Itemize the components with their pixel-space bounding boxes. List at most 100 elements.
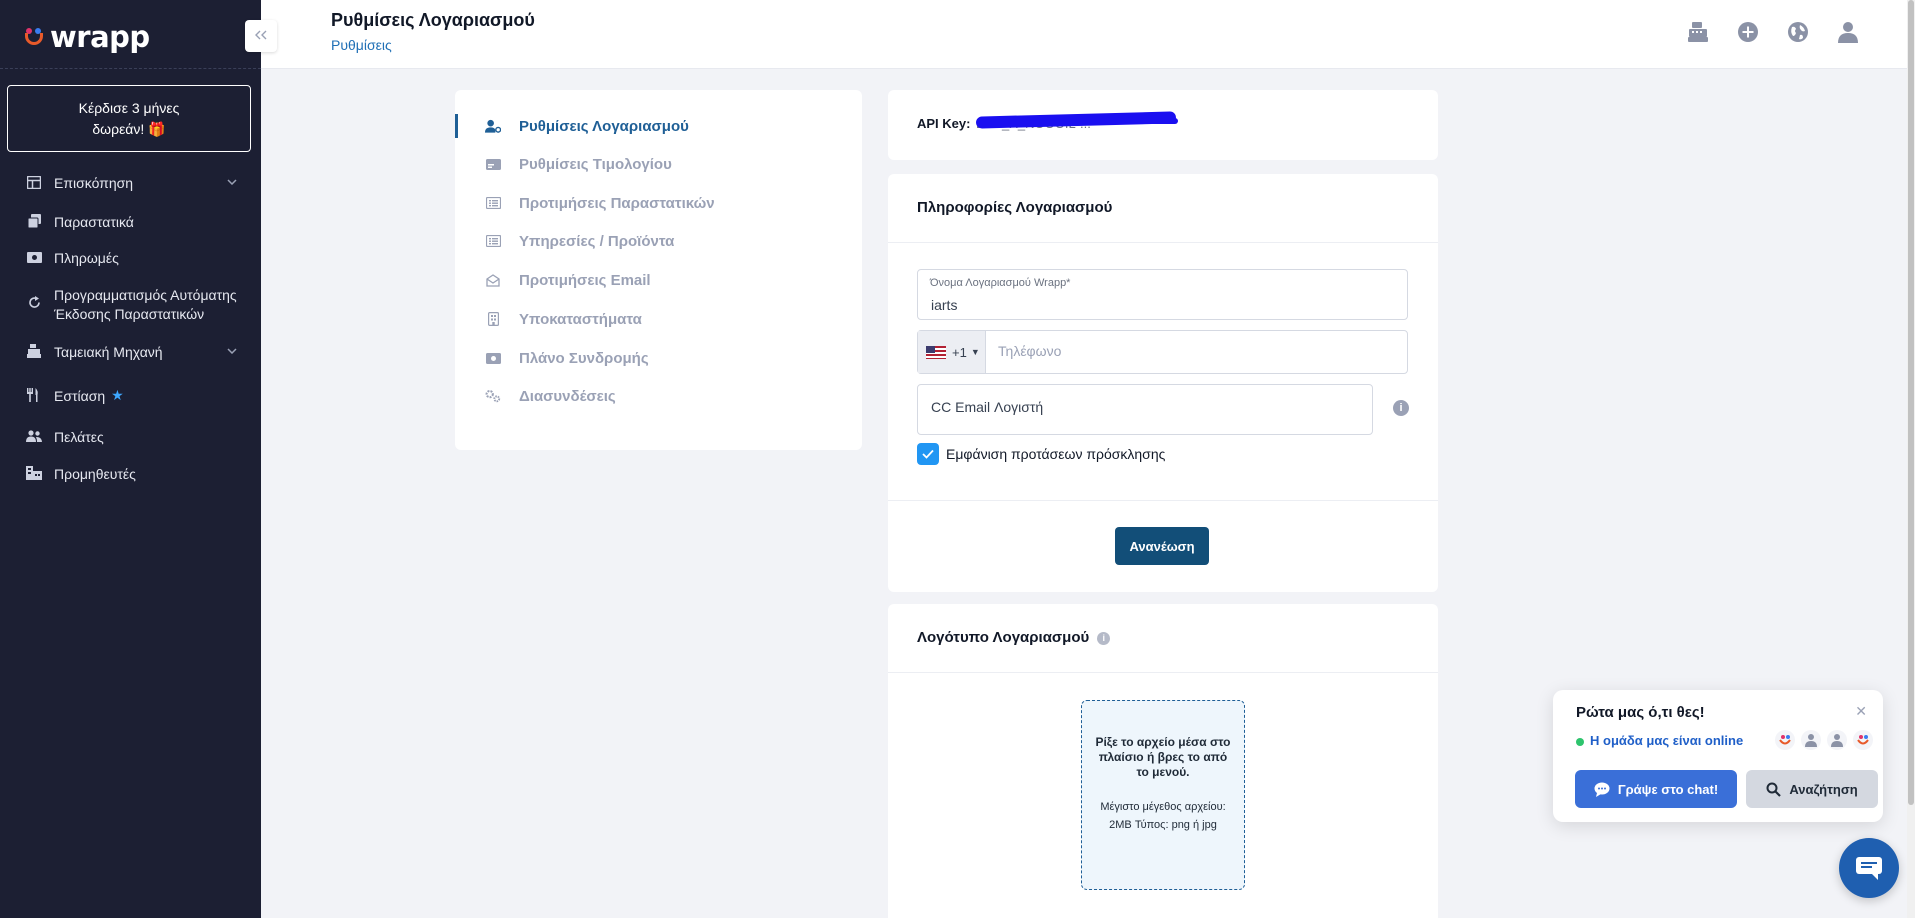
list-icon (485, 197, 501, 209)
cash-icon (26, 249, 42, 265)
building-icon (485, 312, 501, 326)
search-help-button[interactable]: Αναζήτηση (1746, 770, 1878, 808)
account-logo-heading: Λογότυπο Λογαριασμού i (917, 629, 1111, 646)
country-code-select[interactable]: +1 ▼ (918, 331, 986, 373)
wrapp-logo[interactable]: wrapp (24, 20, 150, 54)
scrollbar-thumb[interactable] (1908, 0, 1914, 805)
gift-icon: 🎁 (148, 120, 166, 137)
double-chevron-left-icon (255, 27, 267, 45)
collapse-sidebar-button[interactable] (245, 20, 277, 52)
sidebar-item-documents[interactable]: Παραστατικά (0, 213, 261, 232)
sidebar-item-label: Πληρωμές (54, 250, 119, 266)
settings-item-invoice[interactable]: Ρυθμίσεις Τιμολογίου (455, 153, 862, 175)
sidebar-item-overview[interactable]: Επισκόπηση (0, 174, 261, 193)
settings-item-label: Υποκαταστήματα (519, 310, 642, 328)
avatar (1801, 730, 1821, 750)
settings-item-document-preferences[interactable]: Προτιμήσεις Παραστατικών (455, 192, 862, 214)
sidebar-item-payments[interactable]: Πληρωμές (0, 249, 261, 268)
money-icon (485, 352, 501, 364)
settings-item-subscription[interactable]: Πλάνο Συνδρομής (455, 347, 862, 369)
write-chat-button[interactable]: Γράψε στο chat! (1575, 770, 1737, 808)
avatar (1827, 730, 1847, 750)
chevron-down-icon (227, 345, 237, 357)
avatar (1775, 730, 1795, 750)
layout-icon (26, 174, 42, 190)
cogs-icon (485, 389, 501, 403)
update-button[interactable]: Ανανέωση (1115, 527, 1209, 565)
users-icon (26, 428, 42, 444)
write-chat-label: Γράψε στο chat! (1617, 781, 1719, 797)
chat-launcher-button[interactable] (1839, 838, 1899, 898)
settings-item-email-preferences[interactable]: Προτιμήσεις Email (455, 269, 862, 291)
top-icons (1686, 20, 1860, 44)
divider (888, 500, 1438, 501)
redaction-mark (1008, 118, 1178, 124)
star-icon: ★ (111, 387, 124, 403)
plus-circle-icon[interactable] (1736, 20, 1760, 44)
account-name-field[interactable]: Όνομα Λογαριασμού Wrapp* iarts (917, 269, 1408, 320)
sidebar-item-label: Προγραμματισμός Αυτόματης Έκδοσης Παραστ… (54, 287, 237, 322)
sidebar-divider (0, 68, 261, 69)
sidebar-item-customers[interactable]: Πελάτες (0, 428, 261, 447)
sidebar: wrapp Κέρδισε 3 μήνες δωρεάν! 🎁 Επισκόπη… (0, 0, 261, 918)
check-icon (922, 449, 934, 459)
sidebar-item-label: Εστίαση (54, 388, 106, 404)
invite-suggestions-checkbox[interactable] (917, 443, 939, 465)
documents-icon (26, 213, 42, 229)
invite-suggestions-label: Εμφάνιση προτάσεων πρόσκλησης (946, 446, 1166, 462)
divider (888, 242, 1438, 243)
avatar (1853, 730, 1873, 750)
settings-item-label: Προτιμήσεις Παραστατικών (519, 194, 715, 212)
sidebar-item-recurring[interactable]: Προγραμματισμός Αυτόματης Έκδοσης Παραστ… (0, 286, 261, 324)
logo-dropzone[interactable]: Ρίξε το αρχείο μέσα στο πλαίσιο ή βρες τ… (1081, 700, 1245, 890)
recurring-icon (26, 294, 42, 310)
settings-item-label: Ρυθμίσεις Τιμολογίου (519, 155, 672, 173)
settings-item-account[interactable]: Ρυθμίσεις Λογαριασμού (455, 114, 862, 138)
divider (888, 672, 1438, 673)
cc-email-field[interactable]: CC Email Λογιστή (917, 384, 1373, 435)
sidebar-item-suppliers[interactable]: Προμηθευτές (0, 465, 261, 484)
settings-item-label: Υπηρεσίες / Προϊόντα (519, 232, 675, 250)
close-icon[interactable]: ✕ (1855, 703, 1867, 720)
account-logo-card: Λογότυπο Λογαριασμού i Ρίξε το αρχείο μέσ… (888, 604, 1438, 918)
cash-register-icon (26, 343, 42, 359)
cc-email-placeholder: CC Email Λογιστή (931, 399, 1044, 415)
info-icon[interactable]: i (1393, 400, 1409, 416)
chevron-down-icon (227, 176, 237, 188)
user-icon[interactable] (1836, 20, 1860, 44)
settings-item-services-products[interactable]: Υπηρεσίες / Προϊόντα (455, 230, 862, 252)
sidebar-item-label: Πελάτες (54, 429, 104, 445)
online-status-text: Η ομάδα μας είναι online (1590, 733, 1744, 748)
phone-field[interactable]: +1 ▼ Τηλέφωνο (917, 330, 1408, 374)
promo-line1: Κέρδισε 3 μήνες (78, 99, 180, 116)
settings-menu: Ρυθμίσεις Λογαριασμού Ρυθμίσεις Τιμολογί… (455, 90, 862, 450)
dropzone-constraints: Μέγιστο μέγεθος αρχείου: 2MB Τύπος: png … (1100, 801, 1226, 831)
settings-item-branches[interactable]: Υποκαταστήματα (455, 308, 862, 330)
info-icon[interactable]: i (1097, 631, 1111, 645)
promo-line2: δωρεάν! 🎁 (92, 120, 166, 137)
promo-button[interactable]: Κέρδισε 3 μήνες δωρεάν! 🎁 (7, 85, 251, 152)
breadcrumb[interactable]: Ρυθμίσεις (331, 37, 392, 53)
settings-item-label: Προτιμήσεις Email (519, 271, 651, 289)
phone-placeholder: Τηλέφωνο (998, 343, 1062, 359)
sidebar-item-label: Προμηθευτές (54, 466, 136, 482)
sidebar-item-restaurant[interactable]: Εστίαση ★ (0, 387, 261, 406)
online-status-dot (1576, 738, 1584, 746)
globe-icon[interactable] (1786, 20, 1810, 44)
sidebar-item-label: Επισκόπηση (54, 175, 134, 191)
suppliers-icon (26, 465, 42, 481)
account-name-value: iarts (931, 297, 958, 313)
settings-item-integrations[interactable]: Διασυνδέσεις (455, 385, 862, 407)
cash-register-icon[interactable] (1686, 20, 1710, 44)
top-bar: Ρυθμίσεις Λογαριασμού Ρυθμίσεις (261, 0, 1915, 69)
us-flag-icon (926, 345, 946, 359)
chat-title: Ρώτα μας ό,τι θες! (1576, 704, 1705, 721)
account-name-label: Όνομα Λογαριασμού Wrapp* (930, 277, 1071, 289)
page-title: Ρυθμίσεις Λογαριασμού (331, 10, 535, 30)
settings-item-label: Διασυνδέσεις (519, 387, 616, 405)
sidebar-item-label: Ταμειακή Μηχανή (54, 344, 163, 360)
account-info-heading: Πληροφορίες Λογαριασμού (917, 199, 1113, 216)
dropzone-instructions: Ρίξε το αρχείο μέσα στο πλαίσιο ή βρες τ… (1095, 735, 1231, 779)
sidebar-item-cash-register[interactable]: Ταμειακή Μηχανή (0, 343, 261, 362)
sidebar-item-label: Παραστατικά (54, 214, 134, 230)
